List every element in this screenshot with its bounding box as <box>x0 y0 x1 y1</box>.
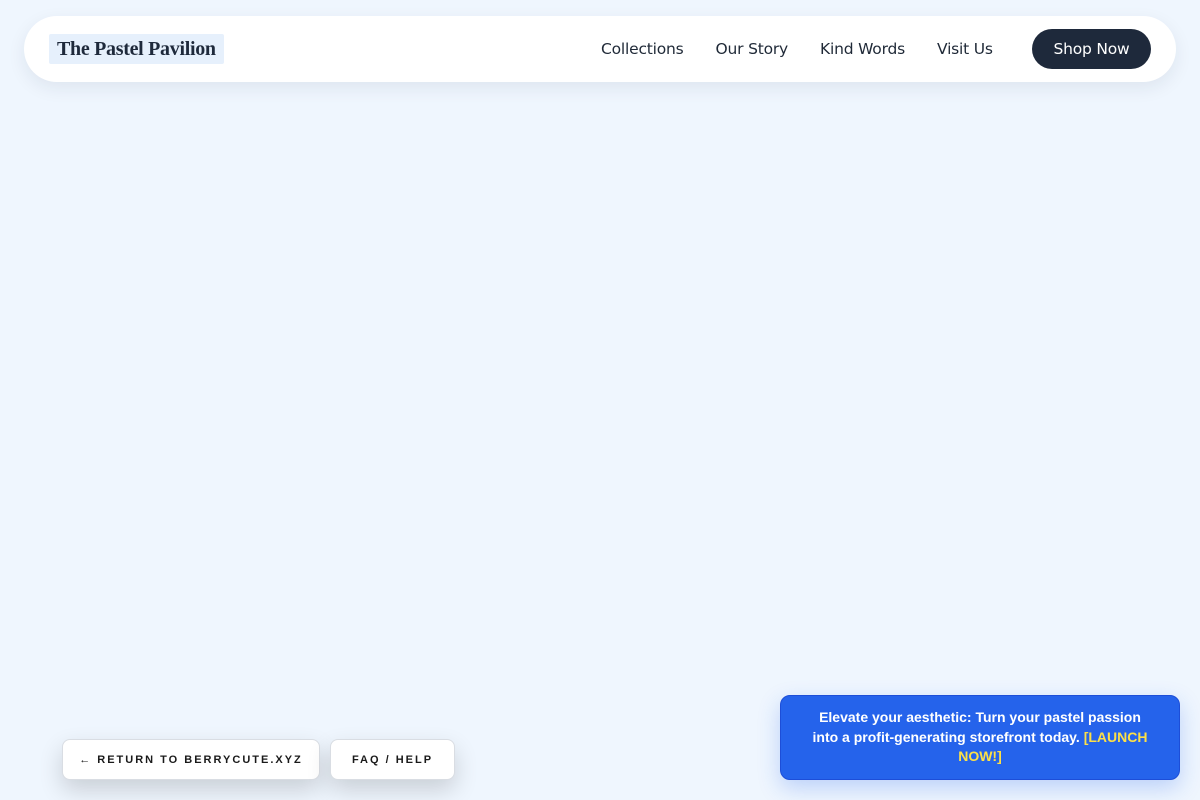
faq-help-button[interactable]: FAQ / HELP <box>330 739 455 780</box>
brand-logo[interactable]: The Pastel Pavilion <box>49 34 224 64</box>
promo-banner: Elevate your aesthetic: Turn your pastel… <box>780 695 1180 780</box>
nav-link-our-story[interactable]: Our Story <box>716 40 789 58</box>
nav-link-collections[interactable]: Collections <box>601 40 684 58</box>
main-nav: Collections Our Story Kind Words Visit U… <box>601 16 1025 82</box>
top-navbar: The Pastel Pavilion Collections Our Stor… <box>24 16 1176 82</box>
nav-link-visit-us[interactable]: Visit Us <box>937 40 993 58</box>
nav-link-kind-words[interactable]: Kind Words <box>820 40 905 58</box>
return-to-site-button[interactable]: ← RETURN TO BERRYCUTE.XYZ <box>62 739 320 780</box>
shop-now-button[interactable]: Shop Now <box>1032 29 1151 69</box>
